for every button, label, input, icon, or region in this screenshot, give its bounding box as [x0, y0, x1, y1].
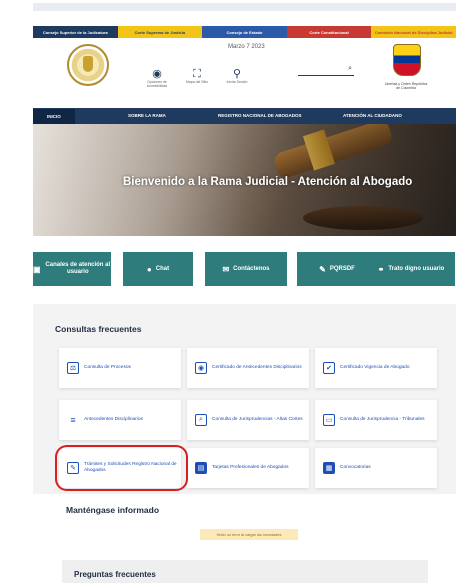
id-card-icon: ✔: [323, 362, 335, 374]
site-header: Marzo 7 2023 ◉ Opciones de Accesibilidad ⛶…: [33, 38, 456, 106]
entity-color-bar: Consejo Superior de la Judicatura Corte S…: [33, 26, 456, 38]
quick-button-2[interactable]: ● Chat: [123, 252, 193, 286]
nav-item-4[interactable]: ATENCIÓN AL CIUDADANO: [343, 113, 402, 118]
certificate-icon: ◉: [195, 362, 207, 374]
search-icon[interactable]: ⌕: [348, 65, 352, 73]
colombia-coat-of-arms-logo: [393, 44, 421, 76]
consulta-card-6[interactable]: ▭ Consulta de Jurisprudencia - Tribunales: [315, 400, 437, 440]
rama-judicial-seal-logo[interactable]: [67, 44, 109, 86]
section-title-preguntas: Preguntas frecuentes: [74, 570, 156, 579]
consulta-card-label: Certificado de Antecedentes Disciplinari…: [212, 365, 302, 370]
quick-button-1[interactable]: ▣ Canales de atención al usuario: [33, 252, 111, 286]
quick-button-label: Chat: [155, 265, 170, 272]
entity-link-5[interactable]: Comisión Nacional de Disciplina Judicial: [371, 26, 456, 38]
entity-link-1[interactable]: Consejo Superior de la Judicatura: [33, 26, 118, 38]
coat-of-arms-caption: Libertad y Orden República de Colombia: [384, 82, 428, 90]
consulta-card-3[interactable]: ✔ Certificado Vigencia de Abogado: [315, 348, 437, 388]
hero-title: Bienvenido a la Rama Judicial - Atención…: [123, 176, 413, 188]
header-link-label: Iniciar Sesión: [226, 80, 248, 84]
consulta-card-label: Convocatorias: [340, 465, 371, 470]
sitemap-icon: ⛶: [193, 68, 201, 80]
quick-button-label: Contáctenos: [233, 265, 270, 272]
window-icon: ▦: [323, 462, 335, 474]
header-utility-links: ◉ Opciones de Accesibilidad ⛶ Mapa del Siti…: [143, 68, 251, 88]
quick-button-label: PQRSDF: [329, 265, 355, 272]
consulta-card-9[interactable]: ▦ Convocatorias: [315, 448, 437, 488]
user-icon: ⚲: [232, 68, 242, 80]
nav-item-3[interactable]: REGISTRO NACIONAL DE ABOGADOS: [218, 113, 302, 118]
seal-shield-icon: [83, 56, 93, 72]
consulta-card-8[interactable]: ▤ Tarjetas Profesionales de Abogados: [187, 448, 309, 488]
header-link-label: Opciones de Accesibilidad: [146, 80, 168, 88]
quick-button-3[interactable]: ✉ Contáctenos: [205, 252, 287, 286]
checklist-icon: ≡: [70, 415, 76, 425]
quick-button-4[interactable]: ✎ PQRSDF: [297, 252, 377, 286]
consulta-card-2[interactable]: ◉ Certificado de Antecedentes Disciplinar…: [187, 348, 309, 388]
hero-banner: Bienvenido a la Rama Judicial - Atención…: [33, 124, 456, 236]
current-date: Marzo 7 2023: [228, 44, 265, 50]
header-link-1[interactable]: ◉ Opciones de Accesibilidad: [143, 68, 171, 88]
consulta-card-5[interactable]: ⌕ Consulta de Jurisprudencias - Altas Cor…: [187, 400, 309, 440]
monitor-icon: ▭: [323, 414, 335, 426]
consulta-card-1[interactable]: ⚖ Consulta de Procesos: [59, 348, 181, 388]
consulta-card-label: Tarjetas Profesionales de Abogados: [212, 465, 289, 470]
quick-button-5[interactable]: ⚭ Trato digno usuario: [367, 252, 455, 286]
consulta-card-label: Certificado Vigencia de Abogado: [340, 365, 410, 370]
header-link-3[interactable]: ⚲ Iniciar Sesión: [223, 68, 251, 88]
consulta-card-label: Consulta de Jurisprudencias - Altas Cort…: [212, 417, 303, 422]
process-icon: ⚖: [67, 362, 79, 374]
section-title-informado: Manténgase informado: [66, 505, 160, 515]
pencil-icon: ✎: [319, 264, 326, 274]
nav-item-2[interactable]: SOBRE LA RAMA: [128, 113, 166, 118]
handshake-icon: ⚭: [377, 264, 385, 274]
eye-icon: ◉: [152, 68, 162, 80]
card-icon: ▤: [195, 462, 207, 474]
entity-link-3[interactable]: Consejo de Estado: [202, 26, 287, 38]
top-gray-bar: [33, 3, 456, 11]
quick-button-label: Canales de atención al usuario: [45, 262, 111, 275]
news-load-error-notice: Hubo un error al cargar las novedades: [200, 529, 298, 540]
document-search-icon: ⌕: [195, 414, 207, 426]
consulta-card-label: Antecedentes Disciplinarios: [84, 417, 143, 422]
quick-access-buttons: ▣ Canales de atención al usuario ● Chat ✉ Con…: [33, 252, 456, 286]
main-navigation: INICIO SOBRE LA RAMA REGISTRO NACIONAL DE …: [33, 108, 456, 124]
browser-top-strip: [0, 0, 456, 14]
consulta-card-label: Consulta de Procesos: [84, 365, 131, 370]
consulta-card-label: Consulta de Jurisprudencia - Tribunales: [340, 417, 425, 422]
highlight-annotation: [55, 445, 188, 491]
chat-window-icon: ▣: [33, 264, 41, 274]
chat-bubble-icon: ●: [146, 264, 152, 274]
envelope-icon: ✉: [222, 264, 230, 274]
entity-link-4[interactable]: Corte Constitucional: [286, 26, 372, 38]
consulta-card-4[interactable]: ≡ Antecedentes Disciplinarios: [59, 400, 181, 440]
header-link-2[interactable]: ⛶ Mapa del Sitio: [183, 68, 211, 88]
search-input[interactable]: ⌕: [298, 65, 354, 76]
quick-button-label: Trato digno usuario: [388, 265, 445, 272]
nav-item-1[interactable]: INICIO: [33, 108, 75, 124]
entity-link-2[interactable]: Corte Suprema de Justicia: [117, 26, 203, 38]
preguntas-frecuentes-section: Preguntas frecuentes: [62, 560, 428, 583]
header-link-label: Mapa del Sitio: [185, 80, 209, 84]
section-title-consultas: Consultas frecuentes: [55, 324, 142, 334]
